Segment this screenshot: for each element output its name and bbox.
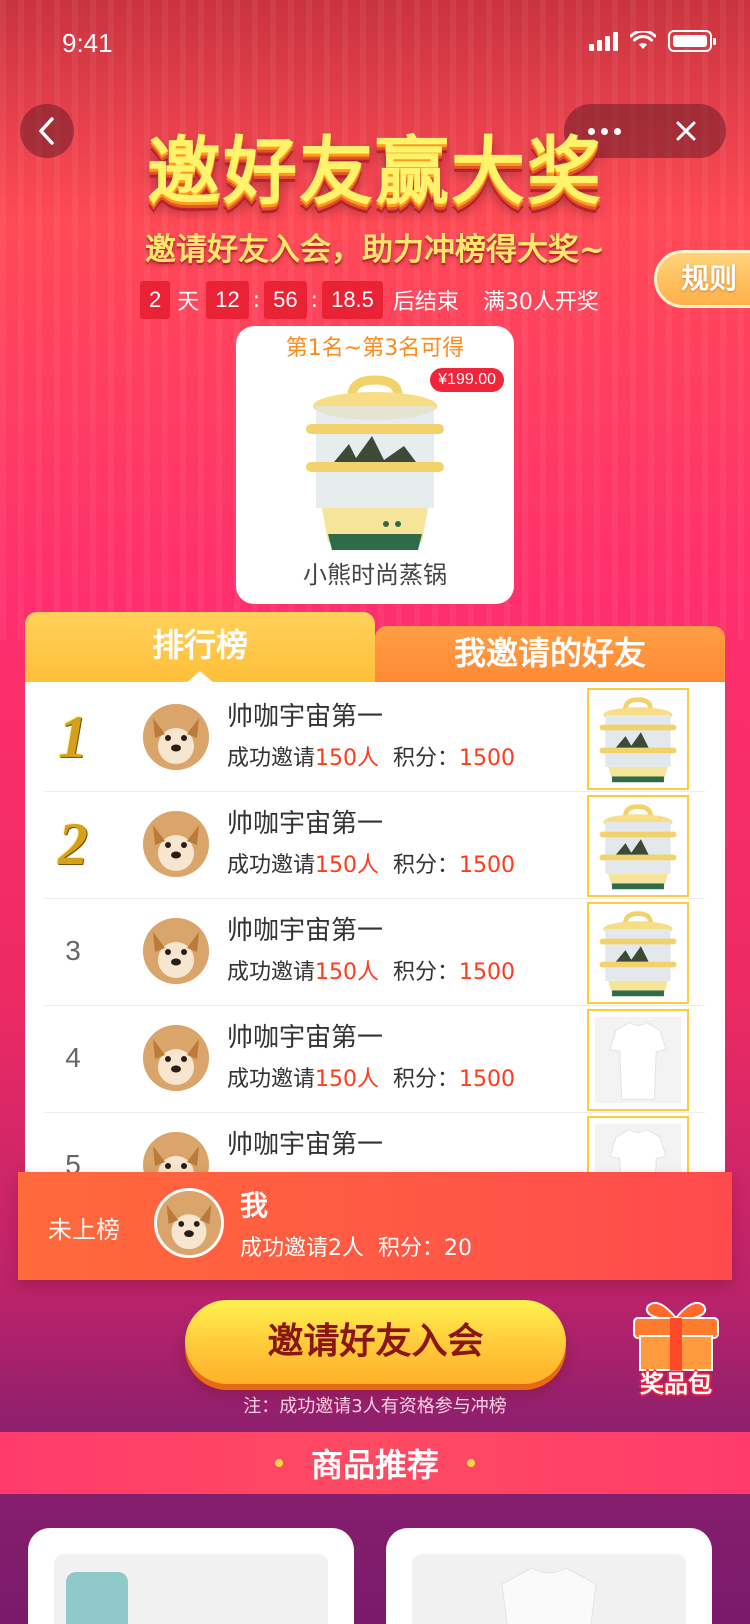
status-icons bbox=[589, 30, 716, 52]
page-subtitle: 邀请好友入会，助力冲榜得大奖~ bbox=[145, 232, 605, 268]
steamer-icon bbox=[306, 375, 444, 550]
leaderboard-row[interactable]: 4 帅咖宇宙第一成功邀请150人 积分：1500 bbox=[45, 1003, 705, 1113]
countdown: 2 天 12 : 56 : 18.5 后结束 满30人开奖 bbox=[140, 280, 599, 320]
countdown-days-unit: 天 bbox=[177, 290, 200, 315]
rank-number: 4 bbox=[65, 1042, 81, 1073]
status-time: 9:41 bbox=[62, 28, 113, 58]
user-stats: 成功邀请150人积分：1500 bbox=[227, 847, 515, 879]
rules-button[interactable]: 规则 bbox=[654, 250, 750, 308]
decor-dot bbox=[274, 1459, 283, 1467]
user-name: 帅咖宇宙第一 bbox=[227, 916, 384, 946]
rank-number: 1 bbox=[58, 703, 88, 770]
user-name: 帅咖宇宙第一 bbox=[227, 809, 384, 839]
countdown-days: 2 bbox=[140, 281, 171, 319]
avatar bbox=[154, 1188, 224, 1258]
avatar bbox=[143, 1025, 209, 1091]
user-stats: 成功邀请150人积分：1500 bbox=[227, 954, 515, 986]
invite-prefix: 成功邀请 bbox=[227, 1067, 316, 1092]
decor-dot bbox=[467, 1459, 475, 1467]
my-invite-text: 成功邀请2人 bbox=[240, 1236, 364, 1261]
user-stats: 成功邀请150人积分：1500 bbox=[227, 1061, 515, 1093]
invite-count: 150人 bbox=[315, 853, 380, 878]
invite-prefix: 成功邀请 bbox=[227, 960, 316, 985]
invite-count: 150人 bbox=[315, 1067, 380, 1092]
score-label: 积分： bbox=[393, 853, 460, 878]
score-value: 1500 bbox=[459, 746, 516, 771]
user-name: 帅咖宇宙第一 bbox=[227, 1023, 384, 1053]
page-title: 邀好友赢大奖 bbox=[147, 129, 603, 215]
leaderboard-row[interactable]: 1 帅咖宇宙第一成功邀请150人 积分：1500 bbox=[45, 682, 705, 792]
score-value: 1500 bbox=[459, 1067, 516, 1092]
score-label: 积分： bbox=[393, 960, 460, 985]
steamer-icon[interactable] bbox=[587, 688, 689, 790]
countdown-colon: : bbox=[310, 287, 319, 313]
countdown-colon: : bbox=[252, 287, 261, 313]
steamer-icon[interactable] bbox=[587, 795, 689, 897]
my-stats: 成功邀请2人 积分：20 bbox=[240, 1230, 472, 1262]
user-name: 帅咖宇宙第一 bbox=[227, 702, 384, 732]
user-name: 帅咖宇宙第一 bbox=[227, 1130, 384, 1160]
tab-my-friends[interactable]: 我邀请的好友 bbox=[375, 626, 725, 682]
signal-icon bbox=[589, 31, 618, 51]
leaderboard-panel: 排行榜 我邀请的好友 1 帅咖宇宙第一 成功邀请150人 积分：1500 2 帅咖宇宙第一… bbox=[25, 612, 725, 1182]
invite-count: 150人 bbox=[315, 746, 380, 771]
user-stats: 成功邀请150人积分：1500 bbox=[227, 740, 515, 772]
steamer-icon[interactable] bbox=[587, 902, 689, 1004]
battery-icon bbox=[668, 30, 716, 52]
score-value: 1500 bbox=[459, 960, 516, 985]
draw-condition: 满30人开奖 bbox=[482, 290, 599, 315]
my-score-text: 积分：20 bbox=[378, 1236, 472, 1261]
leaderboard-list[interactable]: 1 帅咖宇宙第一 成功邀请150人 积分：1500 2 帅咖宇宙第一 成功邀请150人 积分：… bbox=[25, 682, 725, 1182]
prize-pack-label[interactable]: 奖品包 bbox=[630, 1364, 722, 1399]
product-card[interactable] bbox=[28, 1528, 354, 1624]
countdown-hours: 12 bbox=[206, 281, 249, 319]
leaderboard-row[interactable]: 2 帅咖宇宙第一成功邀请150人 积分：1500 bbox=[45, 789, 705, 899]
invite-count: 150人 bbox=[315, 960, 380, 985]
recommend-section-header: 商品推荐 bbox=[0, 1432, 750, 1494]
score-value: 1500 bbox=[459, 853, 516, 878]
wifi-icon bbox=[630, 31, 656, 49]
prize-name: 小熊时尚蒸锅 bbox=[303, 561, 447, 589]
invite-friends-button[interactable]: 邀请好友入会 bbox=[185, 1300, 566, 1384]
countdown-end-text: 后结束 bbox=[392, 290, 459, 315]
score-label: 积分： bbox=[393, 746, 460, 771]
invite-prefix: 成功邀请 bbox=[227, 746, 316, 771]
rank-number: 2 bbox=[58, 810, 88, 877]
status-bar: 9:41 bbox=[0, 0, 750, 88]
my-rank-bar: 未上榜 我 成功邀请2人 积分：20 bbox=[18, 1172, 732, 1280]
recommend-title: 商品推荐 bbox=[310, 1446, 439, 1484]
score-label: 积分： bbox=[393, 1067, 460, 1092]
invite-prefix: 成功邀请 bbox=[227, 853, 316, 878]
leaderboard-row[interactable]: 3 帅咖宇宙第一成功邀请150人 积分：1500 bbox=[45, 896, 705, 1006]
product-card[interactable] bbox=[386, 1528, 712, 1624]
my-rank-status: 未上榜 bbox=[48, 1216, 120, 1244]
tab-leaderboard[interactable]: 排行榜 bbox=[25, 612, 375, 683]
avatar bbox=[143, 918, 209, 984]
my-name: 我 bbox=[240, 1189, 269, 1222]
product-thumbnail bbox=[412, 1554, 686, 1624]
product-thumbnail bbox=[54, 1554, 328, 1624]
tshirt-icon[interactable] bbox=[587, 1009, 689, 1111]
prize-card[interactable]: 第1名~第3名可得 ¥199.00 小熊时尚蒸锅 bbox=[236, 326, 514, 604]
countdown-seconds: 18.5 bbox=[322, 281, 383, 319]
prize-rank-text: 第1名~第3名可得 bbox=[285, 336, 465, 361]
prize-price-badge: ¥199.00 bbox=[430, 368, 504, 392]
avatar bbox=[143, 811, 209, 877]
avatar bbox=[143, 704, 209, 770]
countdown-minutes: 56 bbox=[264, 281, 307, 319]
rank-number: 3 bbox=[65, 935, 81, 966]
